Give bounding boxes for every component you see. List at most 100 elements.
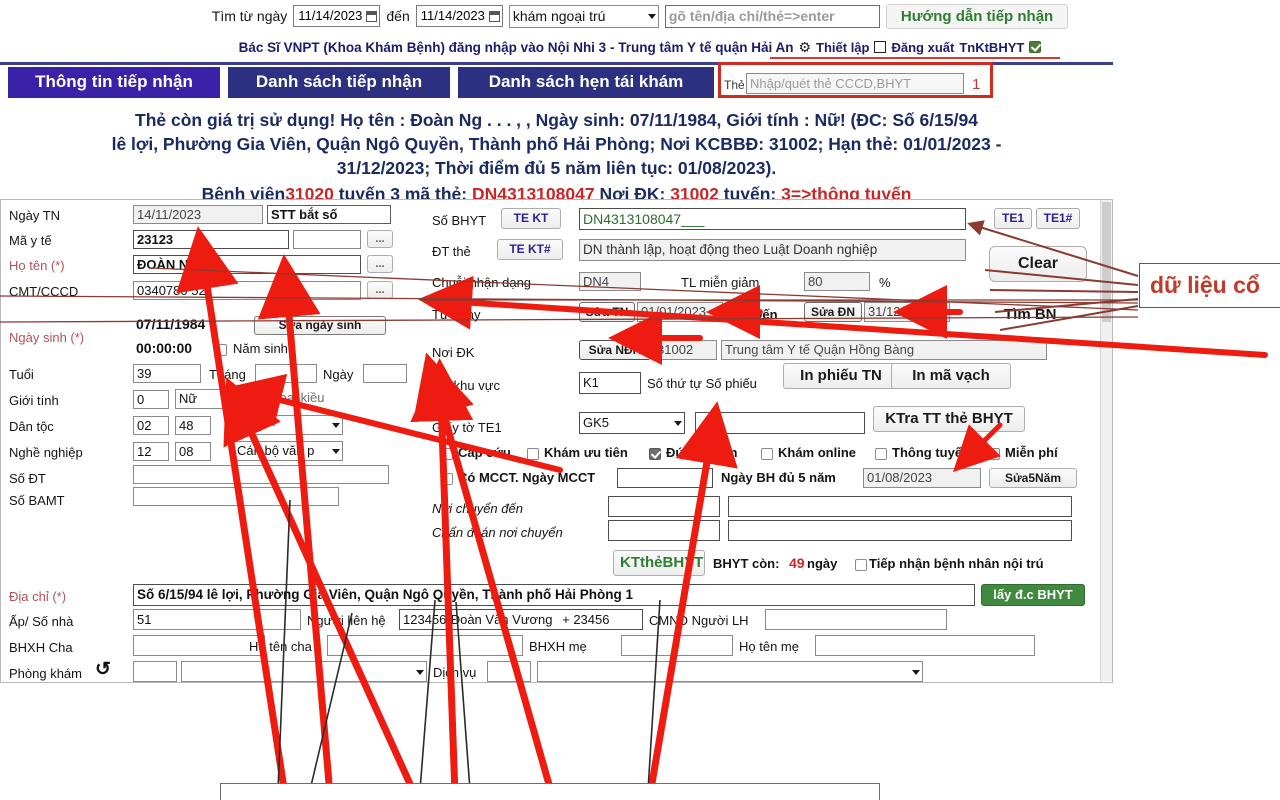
chan-doan-text-input[interactable] [728,520,1072,541]
te-kt-hash-button[interactable]: TE KT# [497,239,563,260]
ngay-input[interactable] [363,364,407,383]
noi-dk-name-input[interactable]: Trung tâm Y tế Quận Hồng Bàng [721,340,1047,360]
ho-ten-me-input[interactable] [815,635,1035,656]
dan-toc-code1-input[interactable]: 02 [133,416,169,435]
ho-ten-input[interactable]: ĐOÀN NG [133,255,361,274]
cmnd-nguoi-lh-input[interactable] [765,609,947,630]
checkbox-mien-phi[interactable] [988,448,1000,460]
te1-button[interactable]: TE1 [994,208,1032,229]
ma-khu-vuc-input[interactable]: K1 [579,372,641,394]
date-to-field[interactable]: 11/14/2023 [415,5,503,27]
nguoi-lien-he-input[interactable]: 123456-Đoàn Văn Vương + 23456 [399,609,643,630]
ngay-sinh-input[interactable]: 07/11/1984 [133,316,239,335]
dan-toc-select[interactable]: Tày [233,415,343,435]
ma-y-te-extra-input[interactable] [293,230,361,249]
tl-mien-giam-input[interactable]: 80 [804,272,870,291]
tim-bn-button[interactable]: Tìm BN [1004,306,1057,323]
ap-so-nha-input[interactable]: 51 [133,609,301,630]
cmt-cccd-browse-button[interactable]: ... [367,281,393,299]
nghe-nghiep-select[interactable]: Cán bộ văn p [233,441,343,461]
kt-the-bhyt-button[interactable]: KTthẻBHYT [613,550,705,576]
te-kt-button[interactable]: TE KT [501,208,561,229]
in-phieu-tn-button[interactable]: In phiếu TN [783,363,899,389]
tab-thong-tin-tiep-nhan[interactable]: Thông tin tiếp nhận [8,67,220,98]
nghe-nghiep-code2-input[interactable]: 08 [175,442,211,461]
thang-input[interactable] [255,364,317,383]
settings-link[interactable]: Thiết lập [816,40,869,55]
in-ma-vach-button[interactable]: In mã vạch [891,363,1011,389]
checkbox-noi-tru[interactable] [855,559,867,571]
te1-hash-button[interactable]: TE1# [1036,208,1080,229]
ngay-tn-input[interactable]: 14/11/2023 [133,205,263,224]
nghe-nghiep-code1-input[interactable]: 12 [133,442,169,461]
chevron-down-icon [912,669,920,675]
dich-vu-code-input[interactable] [487,661,531,682]
reception-guide-button[interactable]: Hướng dẫn tiếp nhận [885,3,1069,29]
so-bhyt-input[interactable]: DN4313108047___ [579,208,966,230]
so-dt-input[interactable] [133,465,389,484]
sua-dn-button[interactable]: Sửa ĐN [804,302,862,322]
ma-y-te-input[interactable]: 23123 [133,230,289,249]
tu-ngay-input[interactable]: 01/01/2023 [637,302,723,322]
checkbox-cap-cuu[interactable] [441,448,453,460]
chan-doan-code-input[interactable] [608,520,720,541]
visit-type-select[interactable]: khám ngoại trú [508,4,659,28]
checkbox-dung-tuyen[interactable] [649,448,661,460]
tab-danh-sach-tiep-nhan[interactable]: Danh sách tiếp nhận [228,67,450,98]
calendar-icon[interactable] [366,10,378,22]
dt-the-input[interactable]: DN thành lập, hoạt động theo Luật Doanh … [579,239,966,261]
giay-to-te1-text-input[interactable] [695,412,865,434]
noi-chuyen-den-text-input[interactable] [728,496,1072,517]
noi-chuyen-den-code-input[interactable] [608,496,720,517]
ho-ten-browse-button[interactable]: ... [367,255,393,273]
dich-vu-select[interactable] [537,661,923,682]
phong-kham-select[interactable] [181,661,427,682]
panel-scrollbar[interactable] [1100,200,1112,681]
scrollbar-thumb[interactable] [1102,202,1111,322]
dan-toc-code2-input[interactable]: 48 [175,416,211,435]
calendar-icon[interactable] [488,10,500,22]
noi-dk-code-input[interactable]: 31002 [653,340,717,360]
ktra-tt-the-bhyt-button[interactable]: KTra TT thẻ BHYT [873,406,1025,432]
bhxh-cha-input[interactable] [133,635,265,656]
lay-dc-bhyt-button[interactable]: lấy đ.c BHYT [981,584,1085,606]
checkbox-kham-uu-tien[interactable] [527,448,539,460]
gear-icon[interactable]: ⚙ [798,39,811,56]
tuoi-input[interactable]: 39 [133,364,201,383]
logout-icon[interactable] [874,41,887,53]
checkbox-co-mcct[interactable] [441,473,453,485]
chan-doan-noi-chuyen-label: Chẩn đoán nơi chuyển [432,525,563,540]
sua-ndk-button[interactable]: Sửa NĐK [579,340,651,360]
giay-to-te1-select[interactable]: GK5 [579,412,685,434]
so-bamt-input[interactable] [133,487,339,506]
ngay-bh-5nam-input[interactable]: 01/08/2023 [863,468,981,488]
dia-chi-input[interactable]: Số 6/15/94 lê lợi, Phường Gia Viên, Quận… [133,584,975,606]
sua-ngay-sinh-button[interactable]: Sửa ngày sinh [254,316,386,335]
tab-danh-sach-hen-tai-kham[interactable]: Danh sách hẹn tái khám [458,67,714,98]
nam-sinh-checkbox[interactable] [215,344,227,356]
thang-label: Tháng [209,367,246,382]
cmt-cccd-input[interactable]: 0340780 52 [133,281,361,300]
quick-search-input[interactable]: gõ tên/địa chỉ/thẻ=>enter [664,4,880,28]
sua-5nam-button[interactable]: Sửa5Năm [989,468,1077,488]
mcct-date-input[interactable] [617,468,713,488]
ma-y-te-browse-button[interactable]: ... [367,230,393,248]
bhxh-me-input[interactable] [621,635,733,656]
refresh-icon[interactable]: ↺ [95,660,111,679]
ngoai-kieu-checkbox[interactable] [245,393,257,405]
gio-sinh-input[interactable]: 00:00:00 [133,340,209,359]
logout-link[interactable]: Đăng xuất [891,40,954,55]
chuoi-nhan-dang-input[interactable]: DN4 [579,272,641,291]
checkbox-checked-icon[interactable] [1029,41,1042,53]
ho-ten-cha-input[interactable] [327,635,523,656]
sua-tn-button[interactable]: Sửa TN [579,302,635,322]
stt-bat-so-button[interactable]: STT bắt số [267,205,391,224]
gioi-tinh-code-input[interactable]: 0 [133,390,169,409]
date-from-field[interactable]: 11/14/2023 [293,5,381,27]
phong-kham-code-input[interactable] [133,661,177,682]
checkbox-thong-tuyen[interactable] [875,448,887,460]
checkbox-kham-online[interactable] [761,448,773,460]
den-input[interactable]: 31/12/2023 [864,302,950,322]
clear-button[interactable]: Clear [989,246,1087,282]
gioi-tinh-select[interactable]: Nữ [175,389,239,409]
